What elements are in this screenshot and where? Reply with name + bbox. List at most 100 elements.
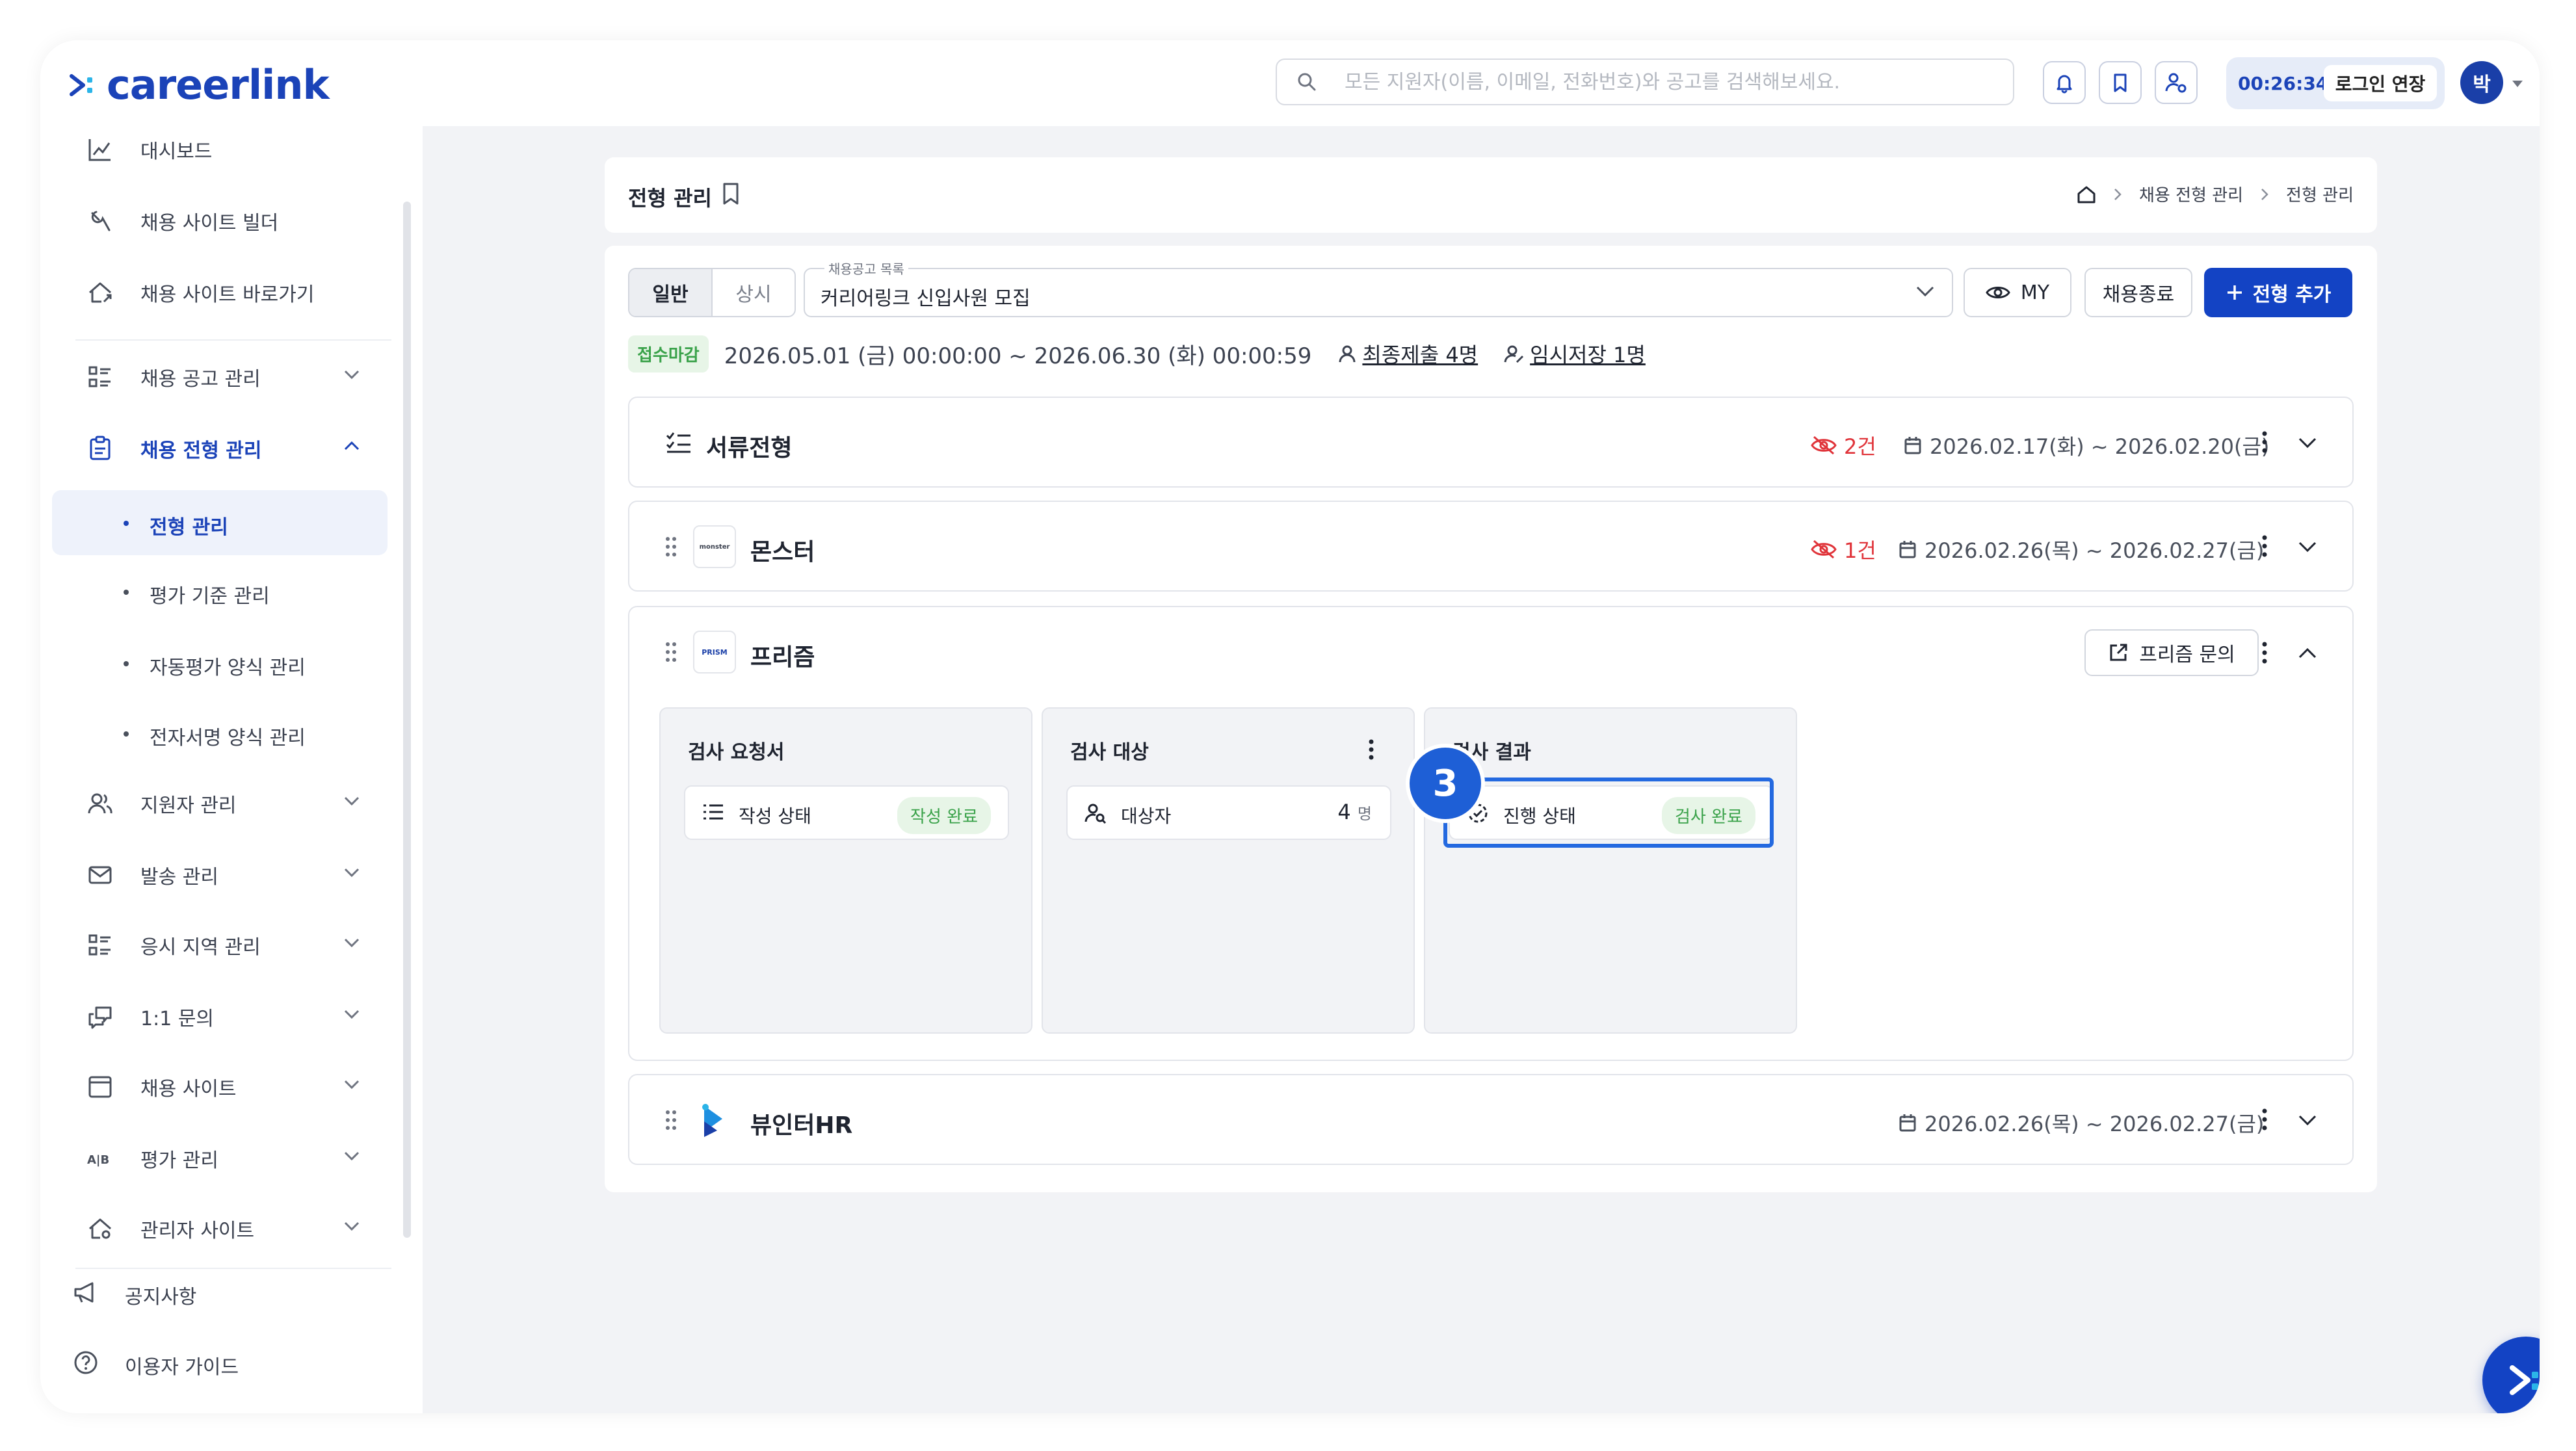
chevron-down-icon (344, 796, 360, 806)
target-count-value: 4 (1337, 800, 1351, 824)
chevron-down-icon (344, 1151, 360, 1161)
prism-inquiry-button[interactable]: 프리즘 문의 (2084, 629, 2259, 676)
user-settings-button[interactable] (2155, 61, 2198, 104)
toggle-general[interactable]: 일반 (629, 269, 713, 316)
notifications-button[interactable] (2043, 61, 2086, 104)
chevron-down-icon (344, 1222, 360, 1231)
sidebar-item-exam-regions[interactable]: 응시 지역 관리 (40, 913, 404, 978)
sidebar-item-site-shortcut[interactable]: 채용 사이트 바로가기 (40, 260, 404, 325)
stage-monster[interactable]: monster 몬스터 1건 2026.02.26(목) ~ 2026.02.2… (628, 501, 2354, 592)
stage-date-range: 2026.02.17(화) ~ 2026.02.20(금) (1904, 430, 2269, 460)
calendar-icon (1904, 437, 1921, 454)
sidebar-item-applicants[interactable]: 지원자 관리 (40, 771, 404, 836)
sidebar-item-notices[interactable]: 공지사항 (40, 1260, 404, 1325)
breadcrumb-item[interactable]: 채용 전형 관리 (2139, 182, 2243, 206)
more-options-icon[interactable] (2261, 534, 2268, 558)
content-card: 일반 상시 채용공고 목록 커리어링크 신입사원 모집 MY 채용종료 전형 추… (605, 246, 2377, 1192)
drag-handle-icon[interactable] (664, 536, 677, 558)
toggle-ongoing[interactable]: 상시 (713, 269, 795, 316)
sidebar-item-user-guide[interactable]: 이용자 가이드 (40, 1330, 404, 1395)
extend-login-button[interactable]: 로그인 연장 (2324, 65, 2437, 101)
user-search-icon (1084, 804, 1107, 824)
sidebar-subitem-label: 평가 기준 관리 (150, 585, 270, 608)
mail-icon (88, 866, 112, 884)
svg-text:A|B: A|B (87, 1153, 109, 1167)
more-options-icon[interactable] (1368, 739, 1374, 761)
sidebar-item-label: 발송 관리 (140, 866, 218, 889)
page-header: 전형 관리 채용 전형 관리 전형 관리 (605, 157, 2377, 233)
sidebar-item-selection-process[interactable]: 채용 전형 관리 (40, 416, 404, 481)
chevron-right-icon (2261, 188, 2268, 200)
list-icon (88, 934, 111, 956)
more-options-icon[interactable] (2261, 641, 2268, 664)
bullet (124, 521, 129, 526)
careerlink-logo[interactable]: careerlink (68, 65, 330, 105)
sidebar-item-job-postings[interactable]: 채용 공고 관리 (40, 345, 404, 410)
sidebar-item-site-builder[interactable]: 채용 사이트 빌더 (40, 189, 404, 254)
sidebar-subitem-esign-forms[interactable]: 전자서명 양식 관리 (40, 701, 404, 766)
search-input[interactable] (1343, 70, 1983, 94)
chevron-down-icon[interactable] (2298, 541, 2317, 553)
my-filter-button[interactable]: MY (1964, 268, 2071, 317)
more-options-icon[interactable] (2261, 430, 2268, 454)
sidebar-subitem-criteria[interactable]: 평가 기준 관리 (40, 559, 404, 624)
hidden-applicants[interactable]: 2건 (1810, 430, 1876, 460)
global-search[interactable] (1276, 59, 2014, 105)
home-settings-icon (89, 1218, 111, 1239)
more-options-icon[interactable] (2261, 1108, 2268, 1131)
close-recruitment-button[interactable]: 채용종료 (2084, 268, 2192, 317)
sidebar-item-career-site[interactable]: 채용 사이트 (40, 1054, 404, 1119)
chevron-down-icon[interactable] (2511, 79, 2524, 88)
eye-off-icon (1811, 540, 1837, 559)
sidebar-item-label: 채용 전형 관리 (140, 439, 262, 462)
sidebar-item-admin-site[interactable]: 관리자 사이트 (40, 1196, 404, 1261)
posting-select-label: 채용공고 목록 (824, 259, 908, 278)
temp-saved-link[interactable]: 임시저장 1명 (1530, 339, 1646, 369)
avatar[interactable]: 박 (2460, 61, 2503, 104)
chevron-down-icon[interactable] (2298, 437, 2317, 449)
floating-assistant-button[interactable] (2482, 1337, 2540, 1413)
sidebar-item-evaluation[interactable]: A|B 평가 관리 (40, 1126, 404, 1191)
logo-mark-icon (70, 74, 92, 96)
hidden-applicants[interactable]: 1건 (1810, 534, 1876, 564)
panel-test-request: 검사 요청서 작성 상태 작성 완료 (659, 707, 1032, 1034)
chevron-up-icon[interactable] (2298, 647, 2317, 659)
final-submit-link[interactable]: 최종제출 4명 (1362, 339, 1478, 369)
sidebar-subitem-label: 전자서명 양식 관리 (150, 727, 306, 750)
sidebar-item-messaging[interactable]: 발송 관리 (40, 843, 404, 908)
sidebar-subitem-label: 자동평가 양식 관리 (150, 657, 306, 679)
chevron-up-icon (344, 441, 360, 451)
sidebar-subitem-auto-eval-forms[interactable]: 자동평가 양식 관리 (40, 631, 404, 696)
write-status-field[interactable]: 작성 상태 작성 완료 (684, 785, 1009, 840)
stage-document-screening[interactable]: 서류전형 2건 2026.02.17(화) ~ 2026.02.20(금) (628, 397, 2354, 488)
chevron-down-icon (344, 1010, 360, 1019)
bookmark-icon[interactable] (720, 182, 741, 205)
home-link-icon (89, 282, 112, 303)
drag-handle-icon[interactable] (664, 1109, 677, 1131)
sidebar-subitem-process-management[interactable]: 전형 관리 (52, 490, 388, 555)
sidebar-item-label: 응시 지역 관리 (140, 936, 261, 959)
sidebar-item-label: 채용 사이트 빌더 (140, 212, 279, 235)
add-stage-button[interactable]: 전형 추가 (2204, 268, 2352, 317)
chevron-down-icon (344, 1080, 360, 1090)
sidebar-item-inquiry[interactable]: 1:1 문의 (40, 984, 404, 1049)
sidebar-item-dashboard[interactable]: 대시보드 (40, 117, 404, 182)
prism-logo: PRISM (693, 631, 736, 673)
plus-icon (2227, 285, 2242, 300)
stage-date-range: 2026.02.26(목) ~ 2026.02.27(금) (1899, 534, 2264, 564)
sidebar: 대시보드 채용 사이트 빌더 채용 사이트 바로가기 채용 공고 관리 채용 전… (40, 126, 423, 1413)
bookmarks-button[interactable] (2099, 61, 2142, 104)
home-icon[interactable] (2077, 185, 2096, 204)
job-posting-select[interactable]: 채용공고 목록 커리어링크 신입사원 모집 (804, 259, 1953, 317)
chevron-right-icon (2114, 188, 2122, 200)
targets-field[interactable]: 대상자 4 명 (1066, 785, 1391, 840)
sidebar-item-label: 1:1 문의 (140, 1008, 215, 1030)
drag-handle-icon[interactable] (664, 641, 677, 663)
chevron-down-icon (344, 938, 360, 948)
stage-viewinter-hr[interactable]: 뷰인터HR 2026.02.26(목) ~ 2026.02.27(금) (628, 1074, 2354, 1165)
breadcrumb: 채용 전형 관리 전형 관리 (2077, 182, 2354, 206)
chat-icon (88, 1006, 112, 1029)
calendar-icon (1899, 1114, 1916, 1132)
chevron-down-icon[interactable] (2298, 1114, 2317, 1126)
field-label: 작성 상태 (739, 805, 811, 827)
